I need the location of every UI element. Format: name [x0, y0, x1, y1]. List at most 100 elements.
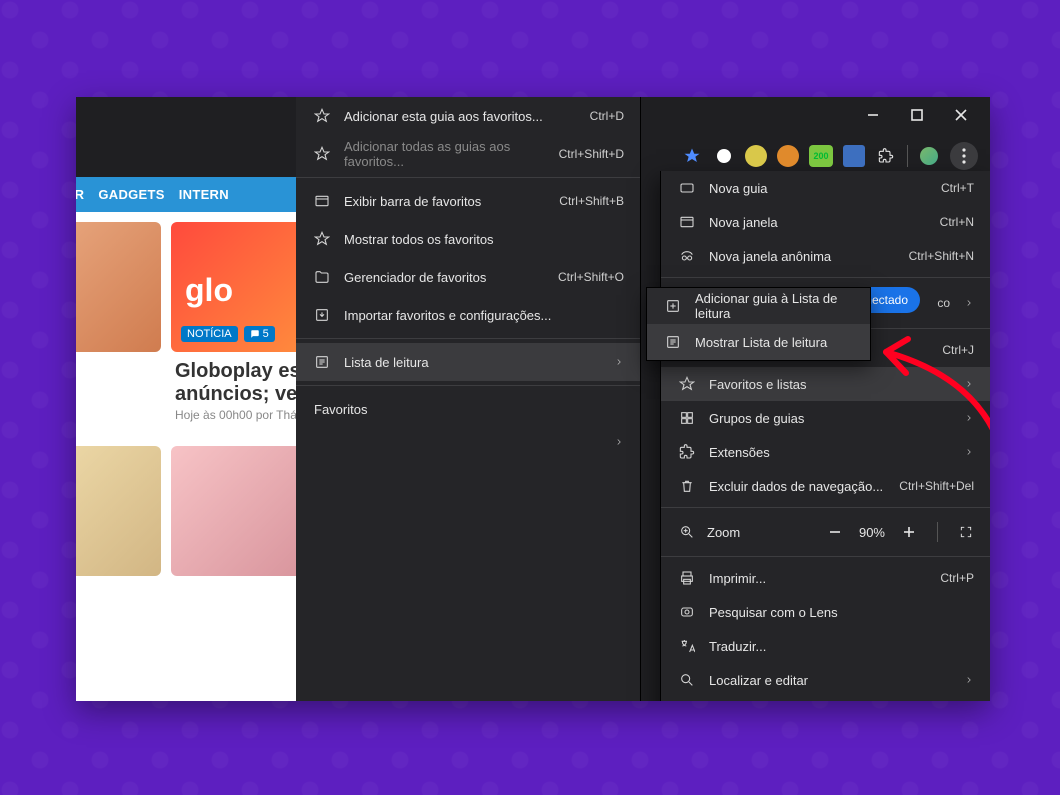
menu-item-print[interactable]: Imprimir... Ctrl+P	[661, 561, 990, 595]
menu-item-label: Gerenciador de favoritos	[344, 270, 544, 285]
zoom-value: 90%	[859, 525, 885, 540]
menu-shortcut: Ctrl+D	[590, 109, 624, 123]
star-outline-icon	[314, 146, 330, 162]
extension-icon[interactable]	[713, 145, 735, 167]
menu-shortcut: Ctrl+Shift+B	[559, 194, 624, 208]
menu-section-heading: Favoritos	[296, 390, 640, 423]
chrome-menu-button[interactable]	[950, 142, 978, 170]
menu-item-label: Localizar e editar	[709, 673, 950, 688]
article-card[interactable]: ciado pela	[76, 222, 161, 436]
close-button[interactable]	[952, 106, 970, 124]
extension-icon[interactable]	[843, 145, 865, 167]
zoom-out-button[interactable]	[823, 520, 847, 544]
article-card[interactable]	[76, 446, 161, 576]
menu-item-show-all-bookmarks[interactable]: Mostrar todos os favoritos	[296, 220, 640, 258]
site-nav-item[interactable]: COMPUTADOR	[76, 187, 84, 202]
menu-item-label: Nova guia	[709, 181, 927, 196]
reading-list-popover: Adicionar guia à Lista de leitura Mostra…	[646, 287, 871, 361]
menu-separator	[661, 507, 990, 508]
menu-shortcut: Ctrl+N	[940, 215, 974, 229]
menu-item-add-to-reading-list[interactable]: Adicionar guia à Lista de leitura	[647, 288, 870, 324]
grid-icon	[679, 410, 695, 426]
menu-item-bookmarks-lists[interactable]: Favoritos e listas	[661, 367, 990, 401]
menu-separator	[296, 385, 640, 386]
menu-item-extensions[interactable]: Extensões	[661, 435, 990, 469]
reading-list-add-icon	[665, 298, 681, 314]
chevron-right-icon	[614, 435, 624, 450]
menu-item-label: Importar favoritos e configurações...	[344, 308, 624, 323]
menu-item-show-bookmarks-bar[interactable]: Exibir barra de favoritos Ctrl+Shift+B	[296, 182, 640, 220]
menu-item-translate[interactable]: Traduzir...	[661, 629, 990, 663]
thumb-logo-text: glo	[185, 272, 233, 309]
chrome-main-menu: Nova guia Ctrl+T Nova janela Ctrl+N Nova…	[660, 171, 990, 701]
menu-item-label: Lista de leitura	[344, 355, 600, 370]
zoom-in-button[interactable]	[897, 520, 921, 544]
menu-shortcut: Ctrl+Shift+N	[909, 249, 974, 263]
menu-separator	[661, 277, 990, 278]
zoom-label: Zoom	[707, 525, 811, 540]
translate-icon	[679, 638, 695, 654]
reading-list-icon	[665, 334, 681, 350]
site-nav-item[interactable]: INTERN	[179, 187, 229, 202]
window-controls	[840, 97, 990, 133]
menu-item-clear-browsing-data[interactable]: Excluir dados de navegação... Ctrl+Shift…	[661, 469, 990, 503]
bookmark-star-icon[interactable]	[681, 145, 703, 167]
menu-item-label: Adicionar guia à Lista de leitura	[695, 291, 854, 321]
star-outline-icon	[314, 231, 330, 247]
truncated-text: co	[937, 296, 950, 310]
menu-item-tab-groups[interactable]: Grupos de guias	[661, 401, 990, 435]
menu-item-search-lens[interactable]: Pesquisar com o Lens	[661, 595, 990, 629]
profile-avatar[interactable]	[918, 145, 940, 167]
menu-separator	[296, 177, 640, 178]
chevron-right-icon	[964, 411, 974, 426]
menu-shortcut: Ctrl+Shift+D	[559, 147, 624, 161]
toolbar-separator	[907, 145, 908, 167]
chevron-right-icon	[964, 377, 974, 392]
menu-item-incognito[interactable]: Nova janela anônima Ctrl+Shift+N	[661, 239, 990, 273]
menu-shortcut: Ctrl+Shift+O	[558, 270, 624, 284]
print-icon	[679, 570, 695, 586]
search-icon	[679, 672, 695, 688]
fullscreen-button[interactable]	[954, 520, 978, 544]
menu-item-label: Adicionar todas as guias aos favoritos..…	[344, 139, 545, 169]
menu-item-cast-save-share[interactable]: Transmitir, salvar e compartilhar	[661, 697, 990, 701]
extension-icon[interactable]	[777, 145, 799, 167]
menu-shortcut: Ctrl+P	[940, 571, 974, 585]
menu-item-new-tab[interactable]: Nova guia Ctrl+T	[661, 171, 990, 205]
star-outline-icon	[314, 108, 330, 124]
tab-icon	[679, 180, 695, 196]
extension-icon[interactable]: 200	[809, 145, 833, 167]
menu-item-label: Favoritos e listas	[709, 377, 950, 392]
menu-item-import-bookmarks[interactable]: Importar favoritos e configurações...	[296, 296, 640, 334]
star-outline-icon	[679, 376, 695, 392]
trash-icon	[679, 478, 695, 494]
minimize-button[interactable]	[864, 106, 882, 124]
menu-item-new-window[interactable]: Nova janela Ctrl+N	[661, 205, 990, 239]
incognito-icon	[679, 248, 695, 264]
badge-comments: 5	[244, 326, 275, 342]
menu-shortcut: Ctrl+T	[941, 181, 974, 195]
menu-item-show-reading-list[interactable]: Mostrar Lista de leitura	[647, 324, 870, 360]
chevron-right-icon	[614, 355, 624, 370]
puzzle-icon	[679, 444, 695, 460]
menu-item-reading-list[interactable]: Lista de leitura	[296, 343, 640, 381]
menu-item-label: Imprimir...	[709, 571, 926, 586]
menu-item-find-edit[interactable]: Localizar e editar	[661, 663, 990, 697]
reading-list-icon	[314, 354, 330, 370]
bookmarks-submenu: Adicionar esta guia aos favoritos... Ctr…	[296, 97, 641, 701]
maximize-button[interactable]	[908, 106, 926, 124]
menu-item-label: Mostrar todos os favoritos	[344, 232, 624, 247]
menu-item-favorites-folder[interactable]	[296, 423, 640, 461]
site-nav-item[interactable]: GADGETS	[98, 187, 164, 202]
menu-item-bookmark-this-tab[interactable]: Adicionar esta guia aos favoritos... Ctr…	[296, 97, 640, 135]
menu-item-zoom: Zoom 90%	[661, 512, 990, 552]
menu-item-bookmark-manager[interactable]: Gerenciador de favoritos Ctrl+Shift+O	[296, 258, 640, 296]
menu-item-label: Traduzir...	[709, 639, 974, 654]
menu-item-bookmark-all-tabs[interactable]: Adicionar todas as guias aos favoritos..…	[296, 135, 640, 173]
menu-item-label: Pesquisar com o Lens	[709, 605, 974, 620]
extension-icon[interactable]	[745, 145, 767, 167]
menu-item-label: Nova janela anônima	[709, 249, 895, 264]
extensions-puzzle-icon[interactable]	[875, 145, 897, 167]
menu-separator	[296, 338, 640, 339]
article-thumbnail	[76, 222, 161, 352]
